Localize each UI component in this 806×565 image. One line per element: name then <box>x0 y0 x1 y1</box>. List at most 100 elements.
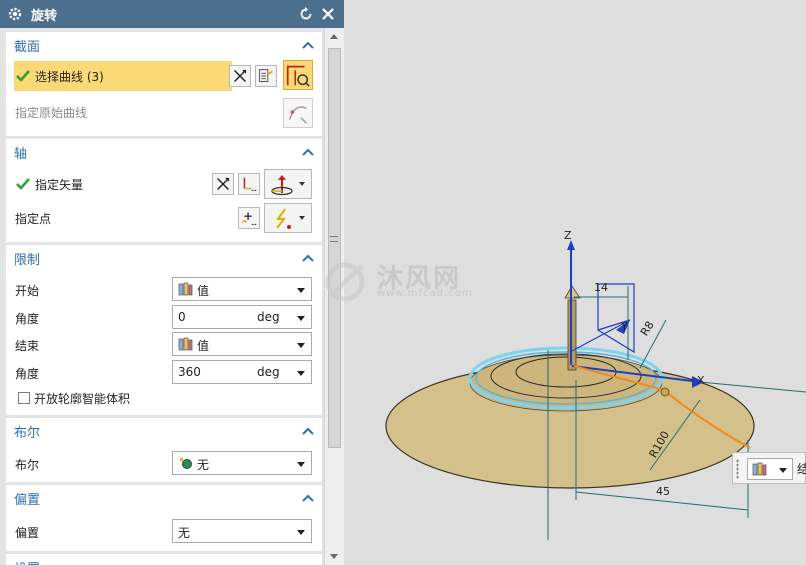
vector-dialog-icon <box>243 177 257 191</box>
limits-header[interactable]: 限制 <box>6 245 322 271</box>
dimension-14[interactable]: 14 <box>594 281 608 294</box>
dialog-body: 截面 选择曲线 (3) 指定原始曲线 轴 指定矢量 指定点 限制 开始 值 角度… <box>0 28 324 565</box>
y-axis-label: Y <box>621 320 628 333</box>
origin-curve-button[interactable] <box>283 98 313 128</box>
end-angle-input[interactable]: 360 deg <box>172 360 312 384</box>
chevron-down-icon <box>299 182 305 186</box>
dialog-scrollbar[interactable] <box>324 28 344 565</box>
settings-header[interactable]: 设置 <box>6 554 322 565</box>
inferred-vector-icon <box>271 175 293 196</box>
select-curve-label: 选择曲线 (3) <box>35 70 104 84</box>
on-screen-mini-toolbar: 结 <box>732 452 806 484</box>
axis-header-label: 轴 <box>14 146 28 162</box>
vector-type-dropdown[interactable] <box>264 169 312 199</box>
point-dialog-icon <box>241 212 257 225</box>
boolean-none-icon <box>179 457 192 469</box>
check-icon <box>16 70 30 82</box>
end-angle-value: 360 <box>178 365 201 379</box>
z-axis-label: Z <box>564 229 572 242</box>
cross-arrows-icon <box>217 177 230 190</box>
sketch-section-button[interactable] <box>283 60 313 90</box>
dialog-titlebar: 旋转 <box>0 0 344 28</box>
mini-toolbar-select[interactable] <box>747 458 793 480</box>
end-angle-unit: deg <box>257 365 280 379</box>
settings-header-label: 设置 <box>14 558 40 565</box>
start-type-select[interactable]: 值 <box>172 277 312 301</box>
start-type-value: 值 <box>197 284 210 298</box>
chevron-down-icon <box>297 288 305 293</box>
sketch-section-icon <box>286 65 310 87</box>
check-icon <box>16 178 30 190</box>
boolean-header-label: 布尔 <box>14 425 41 441</box>
start-angle-unit: deg <box>257 310 280 324</box>
section-header[interactable]: 截面 <box>6 32 322 58</box>
chevron-up-icon[interactable] <box>302 253 314 263</box>
chevron-down-icon <box>779 468 787 473</box>
chevron-up-icon[interactable] <box>302 40 314 50</box>
boolean-select[interactable]: 无 <box>172 451 312 475</box>
point-dialog-button[interactable] <box>238 207 260 229</box>
value-icon <box>178 282 193 296</box>
limits-group: 限制 开始 值 角度 0 deg 结束 值 角度 360 deg 开放轮廓智能体… <box>6 245 322 415</box>
chevron-down-icon <box>297 316 305 321</box>
reverse-direction-button[interactable] <box>212 173 234 195</box>
boolean-label: 布尔 <box>15 458 40 472</box>
end-angle-label: 角度 <box>15 367 40 381</box>
inferred-point-icon <box>276 208 291 229</box>
chevron-up-icon[interactable] <box>302 147 314 157</box>
offset-header[interactable]: 偏置 <box>6 485 322 511</box>
specify-origin-curve-label: 指定原始曲线 <box>15 106 88 120</box>
section-group: 截面 选择曲线 (3) 指定原始曲线 <box>6 32 322 136</box>
offset-select[interactable]: 无 <box>172 519 312 543</box>
drag-handle[interactable] <box>736 459 739 479</box>
open-profile-label: 开放轮廓智能体积 <box>34 392 131 406</box>
scroll-grip <box>330 236 338 242</box>
reset-icon[interactable] <box>298 6 314 22</box>
start-angle-value: 0 <box>178 310 186 324</box>
chevron-up-icon[interactable] <box>302 426 314 436</box>
cross-arrows-icon <box>234 69 247 82</box>
boolean-group: 布尔 布尔 无 <box>6 418 322 482</box>
scroll-thumb[interactable] <box>328 48 341 448</box>
dimension-45[interactable]: 45 <box>656 485 670 498</box>
offset-label: 偏置 <box>15 526 40 540</box>
limits-header-label: 限制 <box>14 252 41 268</box>
settings-group: 设置 <box>6 554 322 565</box>
origin-curve-icon <box>288 106 307 124</box>
gear-icon <box>8 7 22 21</box>
chevron-down-icon <box>297 462 305 467</box>
start-angle-input[interactable]: 0 deg <box>172 305 312 329</box>
offset-header-label: 偏置 <box>14 492 41 508</box>
close-icon[interactable] <box>320 6 336 22</box>
section-header-label: 截面 <box>14 39 41 55</box>
x-axis-label: X <box>697 374 705 387</box>
open-profile-checkbox[interactable] <box>18 392 30 404</box>
remove-selection-button[interactable] <box>229 65 251 87</box>
chevron-up-icon[interactable] <box>302 493 314 503</box>
boolean-value: 无 <box>197 458 210 472</box>
point-type-dropdown[interactable] <box>264 203 312 233</box>
offset-group: 偏置 偏置 无 <box>6 485 322 551</box>
chevron-down-icon <box>299 216 305 220</box>
start-label: 开始 <box>15 284 40 298</box>
dialog-title: 旋转 <box>31 8 58 24</box>
scroll-up-arrow[interactable] <box>330 34 338 39</box>
watermark-site: www.mfcad.com <box>377 288 473 299</box>
chevron-down-icon <box>297 530 305 535</box>
vector-dialog-button[interactable] <box>238 173 260 195</box>
scroll-down-arrow[interactable] <box>330 554 338 559</box>
chevron-down-icon <box>297 371 305 376</box>
offset-value: 无 <box>178 526 191 540</box>
end-type-select[interactable]: 值 <box>172 332 312 356</box>
revolve-dialog: 旋转 截面 选择曲线 (3) 指定原始曲线 轴 指定矢量 指定点 限制 开始 值… <box>0 0 344 565</box>
specify-vector-label: 指定矢量 <box>35 178 84 192</box>
axis-group: 轴 指定矢量 指定点 <box>6 139 322 242</box>
start-angle-label: 角度 <box>15 312 40 326</box>
axis-header[interactable]: 轴 <box>6 139 322 165</box>
specify-point-label: 指定点 <box>15 212 52 226</box>
end-label: 结束 <box>15 339 40 353</box>
value-icon <box>178 337 193 351</box>
curve-rule-button[interactable] <box>255 65 277 87</box>
value-icon <box>752 462 767 476</box>
boolean-header[interactable]: 布尔 <box>6 418 322 444</box>
